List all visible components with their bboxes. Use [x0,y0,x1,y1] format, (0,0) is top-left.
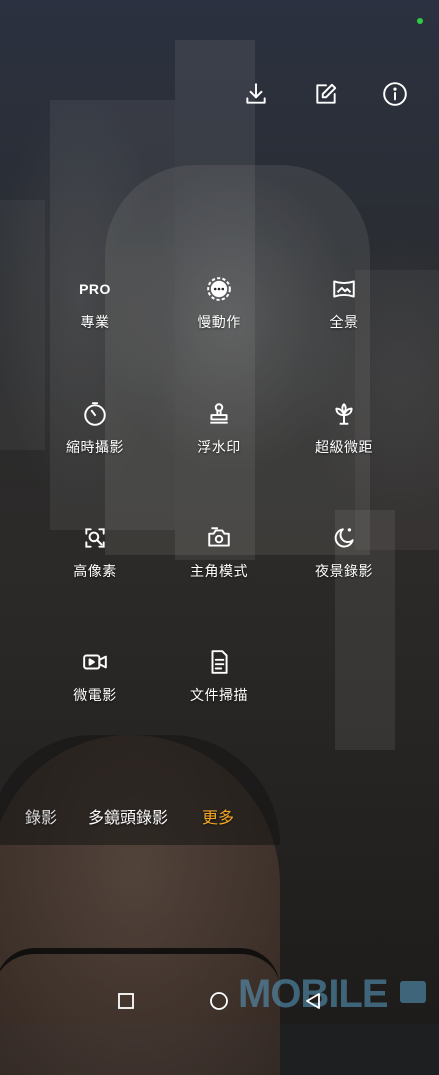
download-button[interactable] [241,79,271,109]
pro-icon: PRO [40,274,150,304]
camera-viewfinder[interactable] [0,0,439,1075]
protagonist-icon [208,527,230,547]
mode-doc-scan[interactable]: 文件掃描 [164,647,274,705]
document-icon [211,650,228,674]
info-button[interactable] [380,79,410,109]
mode-panorama[interactable]: 全景 [289,274,399,332]
panorama-icon [333,280,355,298]
pro-icon-text: PRO [79,281,111,297]
stamp-icon [210,403,228,424]
background-building [105,165,370,555]
system-nav-bar [0,980,439,1020]
triangle-back-icon [306,993,320,1009]
recent-apps-button[interactable] [115,990,137,1012]
home-button[interactable] [208,990,230,1012]
selfie-hair [0,735,280,845]
mode-watermark[interactable]: 浮水印 [164,399,274,457]
mode-doc-scan-label: 文件掃描 [190,688,248,704]
background-building [0,200,45,450]
mode-night-video-label: 夜景錄影 [315,564,373,580]
high-res-icon [85,528,105,548]
mode-night-video[interactable]: 夜景錄影 [289,523,399,581]
mode-super-macro[interactable]: 超級微距 [289,399,399,457]
moon-icon [334,528,354,548]
video-camera-icon [83,654,107,670]
edit-button[interactable] [311,79,341,109]
mode-tab-multi-lens-video[interactable]: 多鏡頭錄影 [88,804,168,828]
mode-pro-label: 專業 [80,315,110,331]
mode-pro[interactable]: PRO 專業 [40,274,150,332]
square-icon [118,993,134,1009]
mode-super-macro-label: 超級微距 [315,440,373,456]
mode-high-res-label: 高像素 [73,564,117,580]
mode-tab-video[interactable]: 錄影 [25,804,57,828]
back-button[interactable] [302,990,324,1012]
mode-tab-more[interactable]: 更多 [202,804,234,828]
camera-in-use-indicator [417,18,423,24]
mode-micro-movie[interactable]: 微電影 [40,647,150,705]
mode-panorama-label: 全景 [329,315,359,331]
mode-slow-motion-label: 慢動作 [197,315,241,331]
info-icon [383,82,407,106]
mode-time-lapse[interactable]: 縮時攝影 [40,399,150,457]
mode-protagonist-label: 主角模式 [190,564,248,580]
download-icon [246,83,266,104]
mode-protagonist[interactable]: 主角模式 [164,523,274,581]
circle-icon [210,992,228,1010]
mode-slow-motion[interactable]: 慢動作 [164,274,274,332]
timer-icon [84,402,106,426]
slow-motion-icon [207,277,231,301]
mode-watermark-label: 浮水印 [197,440,241,456]
mode-micro-movie-label: 微電影 [73,688,117,704]
flower-icon [335,403,353,425]
mode-time-lapse-label: 縮時攝影 [66,440,124,456]
mode-high-res[interactable]: 高像素 [40,523,150,581]
edit-icon [316,83,337,104]
mode-switcher[interactable]: 錄影 多鏡頭錄影 更多 [0,804,439,828]
